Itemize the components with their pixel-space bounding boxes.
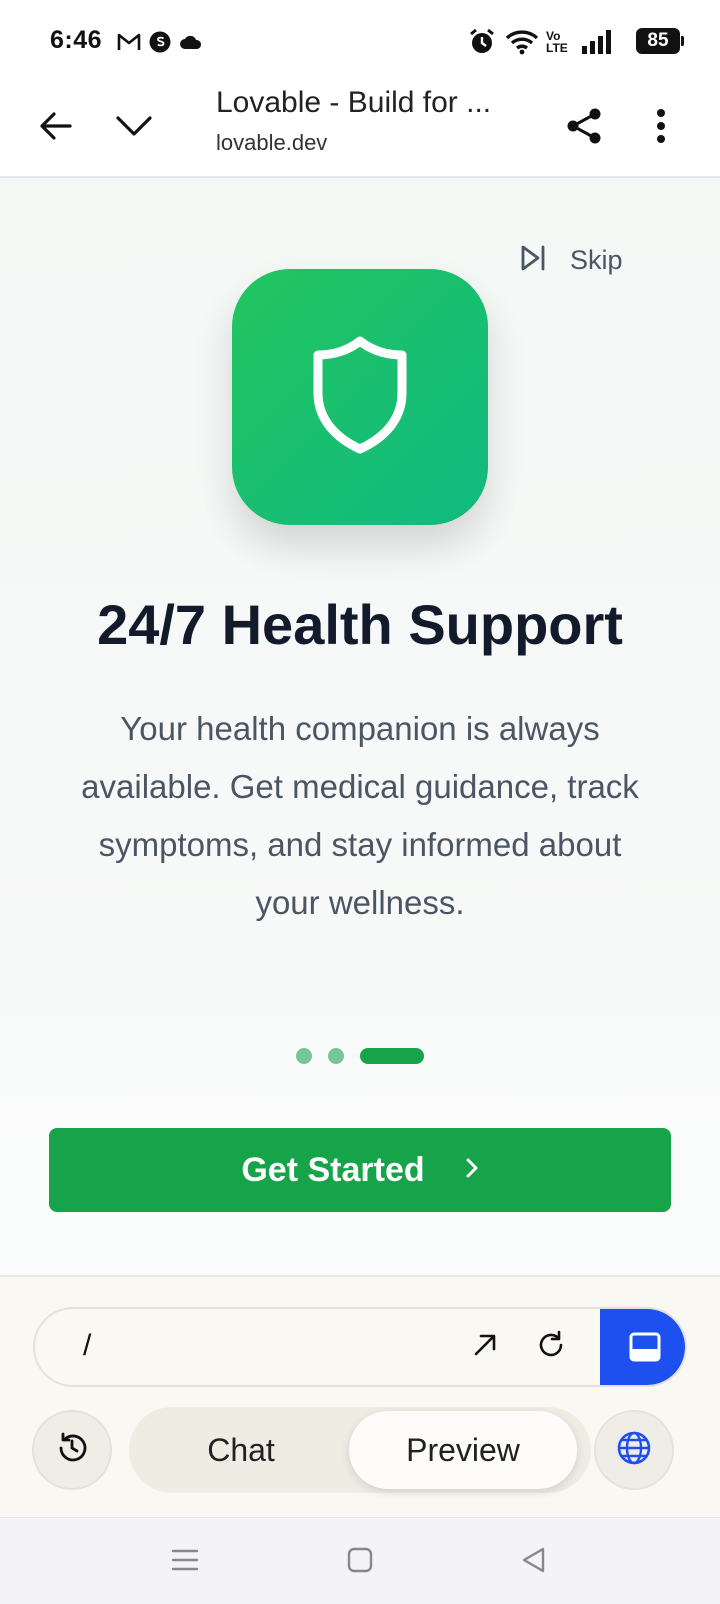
panel-layout-icon	[629, 1332, 661, 1367]
skip-label: Skip	[570, 245, 623, 275]
onboarding-heading: 24/7 Health Support	[97, 593, 623, 656]
open-external-button[interactable]	[463, 1325, 507, 1369]
volte-indicator: Vo LTE	[546, 29, 568, 55]
triangle-back-icon	[520, 1546, 546, 1579]
home-button[interactable]	[330, 1538, 390, 1586]
view-mode-toggle: Chat Preview	[129, 1407, 591, 1493]
refresh-icon	[536, 1330, 566, 1365]
system-navigation-bar	[0, 1517, 720, 1604]
gmail-icon	[116, 28, 142, 56]
app-notification-icon	[148, 28, 172, 56]
toggle-panel-button[interactable]	[600, 1309, 685, 1385]
signal-icon	[580, 28, 614, 56]
shield-icon	[310, 335, 410, 460]
get-started-label: Get Started	[241, 1150, 425, 1189]
cloud-icon	[178, 28, 204, 56]
menu-lines-icon	[171, 1548, 199, 1577]
page-title: Lovable - Build for ...	[216, 86, 492, 119]
pagination-dot-active[interactable]	[360, 1048, 424, 1064]
feature-icon-tile	[232, 269, 488, 525]
status-time: 6:46	[50, 26, 103, 54]
reload-button[interactable]	[529, 1325, 573, 1369]
more-options-button[interactable]	[636, 100, 686, 156]
history-icon	[55, 1431, 89, 1470]
onboarding-screen: Skip 24/7 Health Support Your health com…	[0, 178, 720, 1275]
preview-url-bar[interactable]: /	[33, 1307, 687, 1387]
battery-indicator: 85	[636, 28, 684, 54]
back-button[interactable]	[28, 100, 84, 156]
arrow-up-right-icon	[472, 1332, 498, 1363]
preview-controls-panel: / Chat Preview	[0, 1275, 720, 1517]
skip-button[interactable]: Skip	[520, 244, 623, 277]
system-back-button[interactable]	[503, 1538, 563, 1586]
arrow-left-icon	[38, 108, 74, 149]
onboarding-description: Your health companion is always availabl…	[81, 710, 639, 921]
share-button[interactable]	[556, 100, 612, 156]
share-icon	[564, 106, 604, 151]
pagination-dot[interactable]	[296, 1048, 312, 1064]
status-bar: 6:46 Vo LTE 85	[0, 0, 720, 80]
preview-path[interactable]: /	[83, 1329, 91, 1363]
wifi-icon	[505, 28, 539, 56]
pagination-dot[interactable]	[328, 1048, 344, 1064]
history-button[interactable]	[32, 1410, 112, 1490]
recents-button[interactable]	[155, 1538, 215, 1586]
publish-button[interactable]	[594, 1410, 674, 1490]
globe-icon	[616, 1430, 652, 1471]
more-vertical-icon	[656, 108, 666, 149]
square-icon	[347, 1547, 373, 1578]
skip-next-icon	[520, 244, 546, 277]
browser-toolbar: Lovable - Build for ... lovable.dev	[0, 80, 720, 178]
alarm-icon	[468, 28, 496, 56]
tab-preview[interactable]: Preview	[349, 1411, 577, 1489]
page-url: lovable.dev	[216, 130, 328, 155]
tab-chat[interactable]: Chat	[133, 1411, 349, 1489]
minimize-button[interactable]	[106, 100, 162, 156]
get-started-button[interactable]: Get Started	[49, 1128, 671, 1212]
chevron-right-icon	[465, 1157, 479, 1184]
chevron-down-icon	[115, 114, 153, 143]
